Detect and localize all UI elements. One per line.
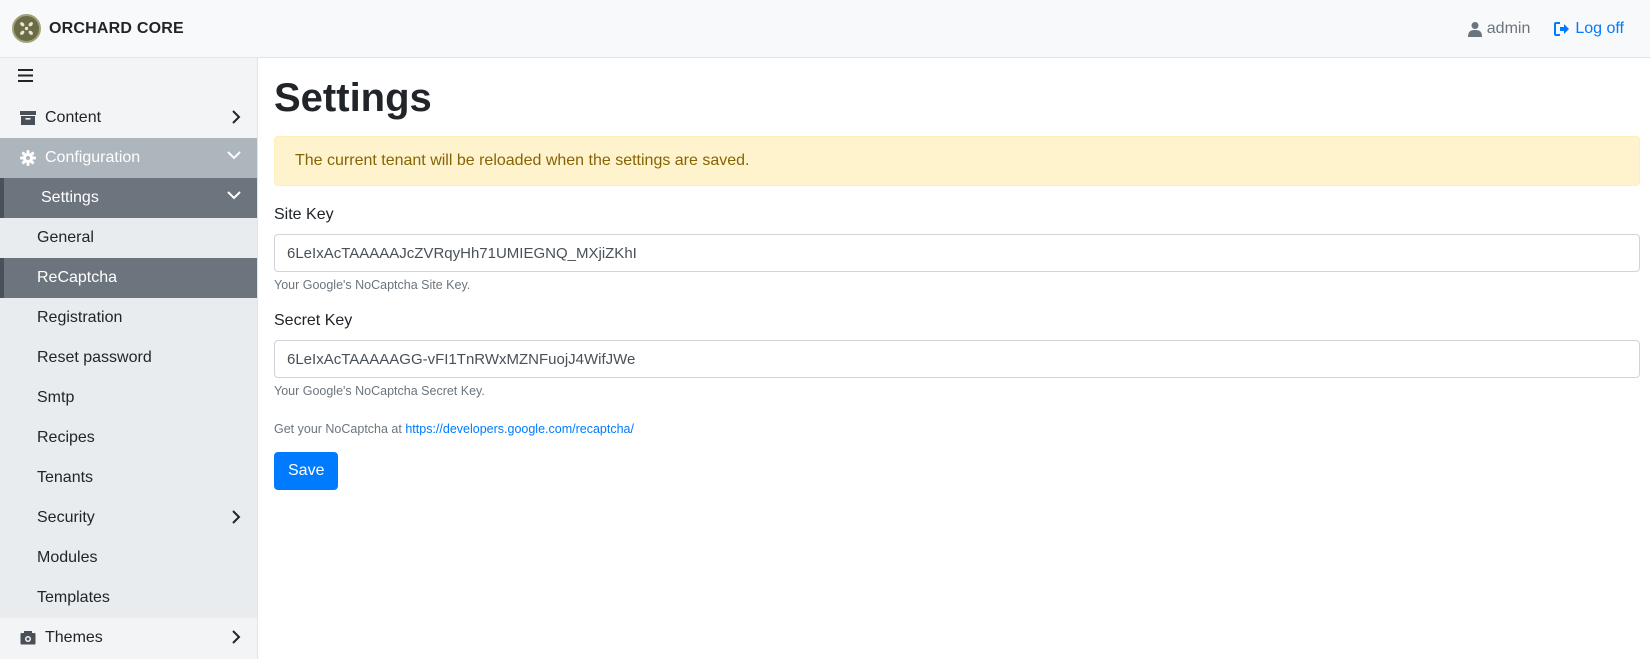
sidebar-item-registration[interactable]: Registration [0, 298, 257, 338]
sign-out-icon [1554, 21, 1570, 36]
logoff-label: Log off [1575, 19, 1624, 37]
sidebar-item-label: General [37, 229, 94, 246]
site-key-input[interactable] [274, 234, 1640, 272]
sidebar-item-recaptcha[interactable]: ReCaptcha [0, 258, 257, 298]
sidebar-item-label: Settings [41, 189, 99, 206]
secret-key-label: Secret Key [274, 312, 353, 329]
sidebar-item-smtp[interactable]: Smtp [0, 378, 257, 418]
main-content: Settings The current tenant will be relo… [274, 58, 1640, 490]
save-button[interactable]: Save [274, 452, 339, 490]
secret-key-hint: Your Google's NoCaptcha Secret Key. [274, 384, 485, 398]
page-title: Settings [274, 76, 432, 120]
sidebar-item-label: Configuration [45, 149, 141, 166]
sidebar-item-security[interactable]: Security [0, 498, 257, 538]
sidebar-item-label: Security [37, 509, 95, 526]
sidebar-item-settings[interactable]: Settings [0, 178, 257, 218]
sidebar-item-tenants[interactable]: Tenants [0, 458, 257, 498]
chevron-right-icon [231, 630, 241, 644]
sidebar: Content Configuration Settings General R… [0, 58, 258, 659]
hamburger-icon [18, 69, 33, 87]
chevron-down-icon [227, 190, 241, 200]
menu-toggle[interactable] [0, 58, 257, 98]
sidebar-item-themes[interactable]: Themes [0, 618, 257, 658]
sidebar-item-recipes[interactable]: Recipes [0, 418, 257, 458]
alert-text: The current tenant will be reloaded when… [295, 152, 750, 169]
orchard-logo-icon [12, 14, 41, 43]
archive-icon [18, 111, 38, 125]
sidebar-item-label: Templates [37, 589, 110, 606]
sidebar-item-label: Modules [37, 549, 98, 566]
nocaptcha-help: Get your NoCaptcha at https://developers… [274, 422, 1640, 436]
sidebar-item-label: Smtp [37, 389, 75, 406]
sidebar-item-label: Themes [45, 629, 103, 646]
sidebar-item-reset-password[interactable]: Reset password [0, 338, 257, 378]
chevron-right-icon [231, 510, 241, 524]
sidebar-item-content[interactable]: Content [0, 98, 257, 138]
logoff-link[interactable]: Log off [1554, 20, 1624, 38]
top-navbar: ORCHARD CORE admin Log off [0, 0, 1650, 58]
sidebar-item-modules[interactable]: Modules [0, 538, 257, 578]
themes-icon [18, 631, 38, 645]
user-menu[interactable]: admin [1467, 19, 1531, 38]
nocaptcha-help-text: Get your NoCaptcha at [274, 422, 402, 436]
sidebar-item-label: ReCaptcha [37, 269, 118, 286]
sidebar-item-label: Tenants [37, 469, 94, 486]
sidebar-item-label: Recipes [37, 429, 95, 446]
sidebar-item-general[interactable]: General [0, 218, 257, 258]
brand-name: ORCHARD CORE [49, 19, 184, 37]
secret-key-input[interactable] [274, 340, 1640, 378]
warning-alert: The current tenant will be reloaded when… [274, 136, 1640, 186]
chevron-right-icon [231, 110, 241, 124]
chevron-down-icon [227, 150, 241, 160]
user-icon [1467, 21, 1482, 37]
brand[interactable]: ORCHARD CORE [12, 14, 184, 43]
sidebar-item-label: Registration [37, 309, 123, 326]
sidebar-item-templates[interactable]: Templates [0, 578, 257, 618]
user-name: admin [1486, 19, 1531, 37]
sidebar-item-label: Reset password [37, 349, 152, 366]
gear-icon [18, 150, 38, 166]
sidebar-item-label: Content [45, 109, 102, 126]
site-key-hint: Your Google's NoCaptcha Site Key. [274, 278, 471, 292]
sidebar-item-configuration[interactable]: Configuration [0, 138, 257, 178]
recaptcha-link[interactable]: https://developers.google.com/recaptcha/ [405, 422, 634, 436]
site-key-label: Site Key [274, 206, 334, 223]
